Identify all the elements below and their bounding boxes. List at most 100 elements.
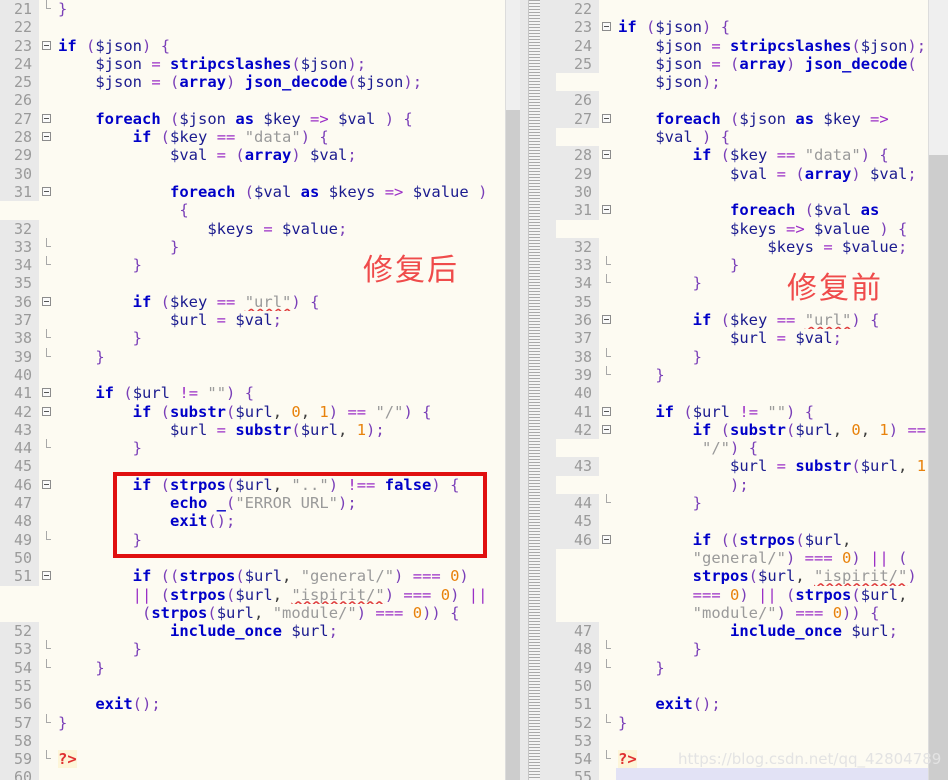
scrollbar-right[interactable] bbox=[928, 0, 948, 780]
code-line[interactable]: 50 bbox=[0, 548, 505, 568]
code-line[interactable]: 47 include_once $url; bbox=[556, 622, 928, 641]
code-text[interactable]: $json = stripcslashes($json); bbox=[616, 36, 928, 55]
code-line[interactable]: 45 bbox=[556, 512, 928, 531]
code-text[interactable] bbox=[616, 0, 928, 19]
code-line[interactable]: 41 if ($url != "") { bbox=[556, 402, 928, 421]
code-line-wrapped[interactable]: $json); bbox=[556, 73, 928, 92]
code-text[interactable]: $keys = $value; bbox=[56, 219, 505, 238]
code-line[interactable]: 51 if ((strpos($url, "general/") === 0) bbox=[0, 567, 505, 586]
code-text[interactable]: if ((strpos($url, "general/") === 0) bbox=[56, 567, 505, 586]
code-line[interactable]: 59 ?> bbox=[0, 750, 505, 769]
code-line[interactable]: 46 if (strpos($url, "..") !== false) { bbox=[0, 475, 505, 495]
code-text[interactable] bbox=[616, 512, 928, 531]
code-line[interactable]: 30 bbox=[0, 164, 505, 183]
code-text[interactable]: ?> bbox=[56, 750, 505, 769]
editor-pane-before-fix[interactable]: 22 23 if ($json) {24 $json = stripcslashe… bbox=[556, 0, 928, 780]
code-text[interactable]: } bbox=[56, 658, 505, 677]
code-text[interactable] bbox=[56, 365, 505, 385]
code-text[interactable]: echo _("ERROR URL"); bbox=[56, 494, 505, 513]
code-text[interactable]: (strpos($url, "module/") === 0)) { bbox=[56, 603, 505, 623]
code-text[interactable]: include_once $url; bbox=[56, 622, 505, 641]
scrollbar-thumb-left[interactable] bbox=[506, 110, 521, 780]
code-text[interactable]: foreach ($val as bbox=[616, 201, 928, 220]
code-line-wrapped[interactable]: || (strpos($url, "ispirit/") === 0) || bbox=[0, 585, 505, 604]
code-text[interactable]: exit(); bbox=[56, 695, 505, 714]
code-text[interactable]: } bbox=[56, 640, 505, 659]
code-text[interactable]: } bbox=[56, 0, 505, 19]
code-text[interactable]: if (strpos($url, "..") !== false) { bbox=[56, 475, 505, 495]
code-text[interactable]: $val = (array) $val; bbox=[56, 146, 505, 165]
code-text[interactable]: $val = (array) $val; bbox=[616, 164, 928, 183]
code-line[interactable]: 23 if ($json) { bbox=[556, 18, 928, 37]
code-text[interactable]: } bbox=[56, 530, 505, 549]
code-text[interactable]: if ($key == "data") { bbox=[56, 128, 505, 147]
code-line-wrapped[interactable]: "module/") === 0)) { bbox=[556, 603, 928, 623]
code-line-wrapped[interactable]: ); bbox=[556, 475, 928, 495]
code-line[interactable]: 22 bbox=[556, 0, 928, 19]
code-line-wrapped[interactable]: $val ) { bbox=[556, 128, 928, 147]
code-text[interactable]: ); bbox=[616, 475, 928, 495]
code-line[interactable]: 26 bbox=[0, 91, 505, 110]
code-line[interactable]: 31 foreach ($val as bbox=[556, 201, 928, 220]
code-text[interactable] bbox=[616, 731, 928, 751]
code-text[interactable]: $json = stripcslashes($json); bbox=[56, 54, 505, 74]
code-line[interactable]: 53 } bbox=[0, 640, 505, 659]
code-line-wrapped[interactable]: { bbox=[0, 201, 505, 220]
code-line[interactable]: 50 bbox=[556, 676, 928, 696]
code-line[interactable]: 30 bbox=[556, 182, 928, 202]
code-line[interactable]: 42 if (substr($url, 0, 1) == "/") { bbox=[0, 402, 505, 421]
code-line[interactable]: 60 bbox=[0, 768, 505, 780]
code-line[interactable]: 44 } bbox=[0, 439, 505, 458]
code-text[interactable]: foreach ($val as $keys => $value ) bbox=[56, 182, 505, 202]
code-line[interactable]: 44 } bbox=[556, 494, 928, 513]
code-line[interactable]: 24 $json = stripcslashes($json); bbox=[556, 36, 928, 55]
code-lines-before-fix[interactable]: 22 23 if ($json) {24 $json = stripcslashe… bbox=[556, 0, 928, 780]
code-text[interactable]: $val ) { bbox=[616, 128, 928, 147]
code-line[interactable]: 38 } bbox=[556, 347, 928, 366]
code-text[interactable]: include_once $url; bbox=[616, 622, 928, 641]
code-line[interactable]: 27 foreach ($json as $key => $val ) { bbox=[0, 109, 505, 129]
code-line-wrapped[interactable]: $keys => $value ) { bbox=[556, 219, 928, 238]
code-line[interactable]: 36 if ($key == "url") { bbox=[556, 311, 928, 330]
code-text[interactable]: $keys = $value; bbox=[616, 237, 928, 257]
code-text[interactable]: $json = (array) json_decode( bbox=[616, 54, 928, 74]
code-text[interactable]: } bbox=[56, 329, 505, 348]
code-line[interactable]: 52} bbox=[556, 713, 928, 732]
code-line[interactable]: 40 bbox=[556, 384, 928, 403]
scrollbar-left[interactable] bbox=[505, 0, 521, 780]
code-line[interactable]: 38 } bbox=[0, 329, 505, 348]
code-line[interactable]: 43 $url = substr($url, 1 bbox=[556, 457, 928, 476]
code-text[interactable]: if ($url != "") { bbox=[616, 402, 928, 421]
code-text[interactable]: $json = (array) json_decode($json); bbox=[56, 73, 505, 92]
code-line[interactable]: 48 } bbox=[556, 640, 928, 659]
code-text[interactable]: if ($url != "") { bbox=[56, 384, 505, 403]
code-text[interactable]: if (substr($url, 0, 1) == bbox=[616, 420, 928, 440]
code-text[interactable]: foreach ($json as $key => bbox=[616, 109, 928, 129]
code-line[interactable]: 42 if (substr($url, 0, 1) == bbox=[556, 420, 928, 440]
code-text[interactable] bbox=[56, 164, 505, 183]
code-text[interactable]: || (strpos($url, "ispirit/") === 0) || bbox=[56, 585, 505, 604]
code-line[interactable]: 29 $val = (array) $val; bbox=[0, 146, 505, 165]
code-text[interactable]: $keys => $value ) { bbox=[616, 219, 928, 238]
code-line-wrapped[interactable]: strpos($url, "ispirit/") bbox=[556, 567, 928, 586]
code-line[interactable]: 48 exit(); bbox=[0, 512, 505, 531]
code-line[interactable]: 28 if ($key == "data") { bbox=[556, 146, 928, 165]
code-text[interactable]: { bbox=[56, 201, 505, 220]
code-line[interactable]: 45 bbox=[0, 457, 505, 476]
code-line[interactable]: 37 $url = $val; bbox=[0, 311, 505, 330]
code-text[interactable] bbox=[56, 457, 505, 476]
code-line[interactable]: 49 } bbox=[0, 530, 505, 549]
code-line[interactable]: 23 if ($json) { bbox=[0, 36, 505, 55]
code-text[interactable] bbox=[616, 676, 928, 696]
code-line[interactable]: 55 bbox=[0, 676, 505, 696]
code-text[interactable]: } bbox=[56, 347, 505, 366]
code-line[interactable]: 53 bbox=[556, 731, 928, 751]
code-line[interactable]: 32 $keys = $value; bbox=[556, 237, 928, 257]
code-line[interactable]: 24 $json = stripcslashes($json); bbox=[0, 54, 505, 74]
code-text[interactable]: } bbox=[56, 713, 505, 732]
code-text[interactable] bbox=[616, 384, 928, 403]
code-text[interactable]: if ($json) { bbox=[616, 18, 928, 37]
code-text[interactable]: if ($key == "url") { bbox=[56, 292, 505, 312]
code-text[interactable]: } bbox=[616, 365, 928, 385]
code-text[interactable] bbox=[56, 768, 505, 780]
